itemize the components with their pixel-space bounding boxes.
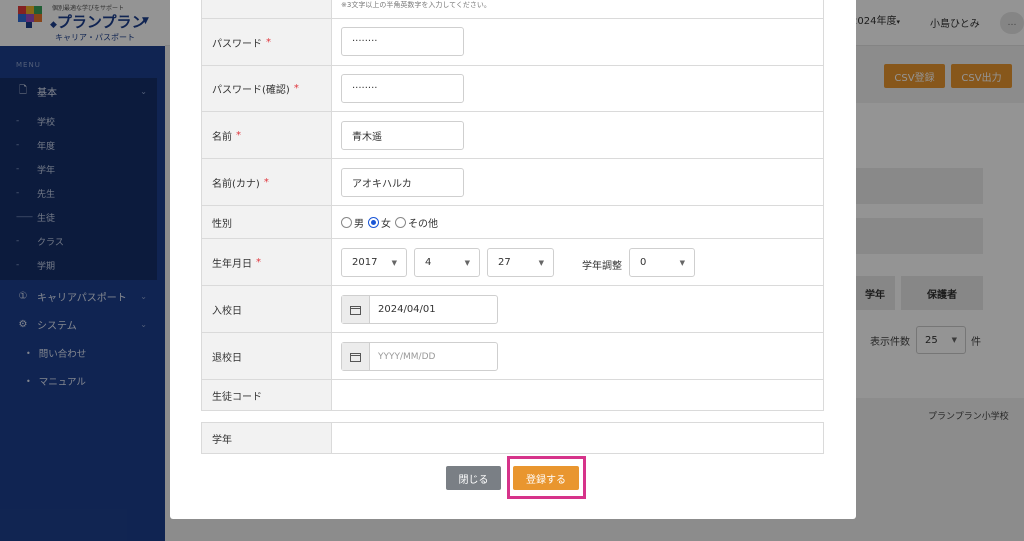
form-row-password-hint: ※3文字以上の半角英数字を入力してください。: [201, 0, 824, 19]
field-label: 入校日: [212, 305, 242, 317]
field-label: 名前: [212, 131, 232, 143]
calendar-icon[interactable]: [342, 296, 370, 323]
leave-date-input[interactable]: YYYY/MM/DD: [341, 342, 498, 371]
gender-radio-male[interactable]: 男: [341, 215, 364, 230]
form-row-name: 名前 * 青木遥: [201, 112, 824, 159]
caret-down-icon: ▼: [464, 258, 470, 267]
field-label: 生徒コード: [212, 391, 262, 403]
gender-radio-female[interactable]: 女: [368, 215, 391, 230]
field-label: 性別: [212, 218, 232, 230]
required-mark: *: [236, 129, 241, 141]
required-mark: *: [256, 256, 261, 268]
birth-day-select[interactable]: 27 ▼: [487, 248, 554, 277]
password-hint: ※3文字以上の半角英数字を入力してください。: [341, 1, 491, 9]
field-label: 学年: [212, 434, 232, 446]
grade-adjust-select[interactable]: 0 ▼: [629, 248, 695, 277]
form-row-gender: 性別 男 女 その他: [201, 206, 824, 239]
name-input[interactable]: 青木遥: [341, 121, 464, 150]
required-mark: *: [263, 176, 269, 188]
form-row-password-confirm: パスワード(確認) * ········: [201, 66, 824, 112]
form-row-student-code: 生徒コード: [201, 380, 824, 411]
gender-radio-other[interactable]: その他: [395, 215, 438, 230]
form-row-birthday: 生年月日 * 2017 ▼ 4 ▼ 27 ▼ 学年調整 0 ▼: [201, 239, 824, 286]
radio-circle-icon: [395, 216, 406, 228]
birth-month-select[interactable]: 4 ▼: [414, 248, 480, 277]
enroll-date-input[interactable]: 2024/04/01: [341, 295, 498, 324]
field-label: パスワード(確認): [212, 85, 290, 96]
calendar-icon[interactable]: [342, 343, 370, 370]
birth-year-select[interactable]: 2017 ▼: [341, 248, 407, 277]
grade-value: [332, 423, 823, 453]
caret-down-icon: ▼: [391, 258, 397, 267]
form-row-kana: 名前(カナ) * アオキハルカ: [201, 159, 824, 206]
caret-down-icon: ▼: [538, 258, 544, 267]
student-code-value: [332, 380, 823, 410]
radio-circle-icon: [341, 216, 352, 228]
field-label: 生年月日: [212, 258, 252, 270]
radio-checked-icon: [368, 216, 379, 228]
password-confirm-input[interactable]: ········: [341, 74, 464, 103]
grade-adjust-label: 学年調整: [582, 261, 622, 272]
close-button[interactable]: 閉じる: [446, 466, 501, 490]
password-input[interactable]: ········: [341, 27, 464, 56]
caret-down-icon: ▼: [679, 258, 685, 267]
field-label: 退校日: [212, 352, 242, 364]
required-mark: *: [293, 83, 299, 94]
form-row-leave-date: 退校日 YYYY/MM/DD: [201, 333, 824, 380]
gender-radio-group: 男 女 その他: [341, 206, 442, 238]
form-row-grade: 学年: [201, 422, 824, 454]
kana-input[interactable]: アオキハルカ: [341, 168, 464, 197]
form-row-password: パスワード * ········: [201, 19, 824, 66]
field-label: 名前(カナ): [212, 178, 260, 190]
field-label: パスワード: [212, 38, 262, 50]
form-row-enroll-date: 入校日 2024/04/01: [201, 286, 824, 333]
required-mark: *: [266, 36, 271, 48]
register-button[interactable]: 登録する: [513, 466, 579, 490]
